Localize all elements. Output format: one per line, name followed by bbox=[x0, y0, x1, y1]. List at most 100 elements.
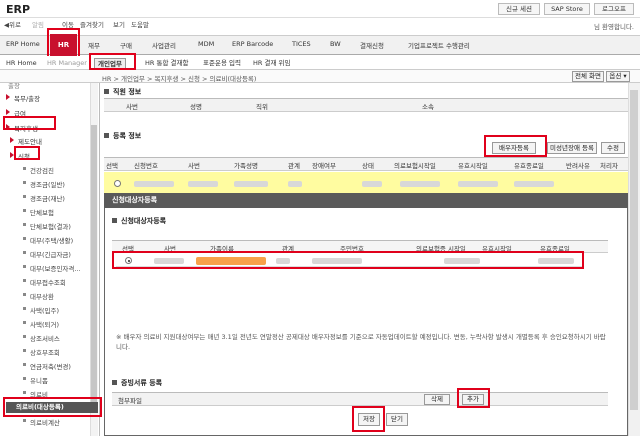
sidebar-item-loan-repay[interactable]: 대부상환 bbox=[23, 291, 54, 301]
col-app-no: 신청번호 bbox=[134, 162, 158, 170]
notice-text: ※ 배우자 의료비 지원대상여부는 매년 3.1일 전년도 연말정산 공제대상 … bbox=[116, 333, 606, 351]
tab-erp-barcode[interactable]: ERP Barcode bbox=[232, 40, 273, 48]
redacted-cell bbox=[458, 181, 498, 187]
staff-info-header: 사번 성명 직위 소속 bbox=[104, 98, 628, 112]
favorites-menu[interactable]: 즐겨찾기 bbox=[80, 19, 104, 29]
tab-erp-home[interactable]: ERP Home bbox=[6, 40, 40, 48]
edit-button[interactable]: 수정 bbox=[601, 142, 625, 154]
logoff-button[interactable]: 로그오프 bbox=[594, 3, 634, 15]
col-family-name: 가족성명 bbox=[234, 162, 258, 170]
attach-row: 첨부파일 bbox=[112, 392, 608, 406]
sidebar-item-housing-out[interactable]: 사택(퇴거) bbox=[23, 319, 59, 329]
sap-store-button[interactable]: SAP Store bbox=[544, 3, 590, 15]
tab-project[interactable]: 사업관리 bbox=[152, 40, 176, 50]
sidebar-item-pension[interactable]: 연금저축(변경) bbox=[23, 361, 71, 371]
back-menu[interactable]: ◀위로 bbox=[4, 19, 21, 29]
redacted-cell bbox=[362, 181, 382, 187]
attach-label: 첨부파일 bbox=[118, 397, 142, 405]
highlight-medical-registration bbox=[3, 397, 102, 417]
view-menu[interactable]: 보기 bbox=[113, 19, 125, 29]
sidebar-item-loan-housing[interactable]: 대부(주택/생활) bbox=[22, 235, 73, 245]
sidebar-item-housing-in[interactable]: 사택(입주) bbox=[23, 305, 59, 315]
col-insurance-start: 의료보험시작일 bbox=[394, 162, 436, 170]
sidebar-item-loan-inquiry[interactable]: 대부접수조회 bbox=[23, 277, 66, 287]
sidebar-item-funeral-service[interactable]: 상조서비스 bbox=[23, 333, 60, 343]
col-position: 직위 bbox=[256, 103, 268, 111]
tab-bw[interactable]: BW bbox=[330, 40, 341, 48]
tab-finance[interactable]: 재무 bbox=[88, 40, 100, 50]
col-select: 선택 bbox=[106, 162, 118, 170]
sidebar-item-condolence-disaster[interactable]: 경조금(재난) bbox=[23, 193, 65, 203]
tab-purchase[interactable]: 구매 bbox=[120, 40, 132, 50]
reg-info-title: 등록 정보 bbox=[104, 131, 141, 141]
dialog-title: 신청대상자등록 bbox=[104, 193, 628, 208]
highlight-dialog-row bbox=[112, 251, 584, 269]
attach-section-title: 증빙서류 등록 bbox=[112, 378, 162, 388]
subtab-hr-home[interactable]: HR Home bbox=[3, 58, 40, 69]
sidebar-item-mutual-aid[interactable]: 상호부조회 bbox=[23, 347, 60, 357]
highlight-welfare bbox=[3, 116, 56, 130]
highlight-spouse-register bbox=[484, 135, 547, 157]
redacted-cell bbox=[288, 181, 302, 187]
subtab-hr-manager[interactable]: HR Manager bbox=[44, 58, 90, 69]
col-name: 성명 bbox=[190, 103, 202, 111]
col-disabled: 장애여부 bbox=[312, 162, 336, 170]
col-emp-no: 사번 bbox=[188, 162, 200, 170]
sidebar-item-attendance[interactable]: 복무/출장 bbox=[5, 93, 40, 103]
redacted-cell bbox=[234, 181, 268, 187]
menu-bar: ◀위로 알림 이동 즐겨찾기 보기 도움말 bbox=[0, 18, 640, 30]
fullscreen-button[interactable]: 전체 화면 bbox=[572, 71, 604, 82]
highlight-hr-tab bbox=[47, 28, 80, 58]
redacted-cell bbox=[514, 181, 554, 187]
help-menu[interactable]: 도움말 bbox=[131, 19, 149, 29]
col-reject-reason: 반려사유 bbox=[566, 162, 590, 170]
col-handler: 처리자 bbox=[600, 162, 618, 170]
sidebar-scroll-thumb[interactable] bbox=[91, 125, 97, 405]
sidebar-item-condolence-general[interactable]: 경조금(일반) bbox=[23, 179, 65, 189]
col-valid-end: 유효종료일 bbox=[514, 162, 544, 170]
redacted-cell bbox=[134, 181, 174, 187]
col-dept: 소속 bbox=[422, 103, 434, 111]
col-valid-start: 유효시작일 bbox=[458, 162, 488, 170]
sidebar-item-guide[interactable]: 제도안내 bbox=[10, 136, 42, 146]
highlight-attach-add bbox=[457, 388, 490, 408]
breadcrumb-bar bbox=[0, 70, 640, 83]
sidebar-item-group-insurance[interactable]: 단체보험 bbox=[23, 207, 54, 217]
staff-info-title: 직원 정보 bbox=[104, 87, 141, 97]
highlight-save bbox=[352, 406, 385, 432]
sidebar-item-checkup[interactable]: 건강검진 bbox=[23, 165, 54, 175]
highlight-apply bbox=[14, 146, 40, 160]
main-scroll-thumb[interactable] bbox=[630, 90, 638, 410]
reg-info-header: 선택 신청번호 사번 가족성명 관계 장애여부 상태 의료보험시작일 유효시작일… bbox=[104, 157, 628, 171]
sidebar-item-loan-emergency[interactable]: 대부(긴급자금) bbox=[23, 249, 71, 259]
attach-delete-button[interactable]: 삭제 bbox=[424, 394, 450, 405]
redacted-cell bbox=[188, 181, 218, 187]
close-button[interactable]: 닫기 bbox=[386, 413, 408, 426]
table-row[interactable] bbox=[104, 172, 628, 194]
sidebar-item-loan-guarantor[interactable]: 대부(보증인자격... bbox=[23, 263, 81, 273]
tab-mdm[interactable]: MDM bbox=[198, 40, 214, 48]
tab-tices[interactable]: TICES bbox=[292, 40, 311, 48]
sidebar-item-group-insurance-result[interactable]: 단체보험(결과) bbox=[23, 221, 71, 231]
row-radio[interactable] bbox=[114, 180, 121, 187]
tab-approval-request[interactable]: 결재신청 bbox=[360, 40, 384, 50]
sidebar-item-medical-calc[interactable]: 의료비계산 bbox=[23, 417, 60, 427]
sidebar-item-uniform[interactable]: 유니폼 bbox=[23, 375, 48, 385]
minor-disabled-register-button[interactable]: 미성년장애 등록 bbox=[547, 142, 597, 154]
tab-enterprise-project[interactable]: 기업프로젝트 수행관리 bbox=[408, 40, 470, 50]
main-tab-bar: ERP Home HR 재무 구매 사업관리 MDM ERP Barcode T… bbox=[0, 34, 640, 57]
col-status: 상태 bbox=[362, 162, 374, 170]
notify-menu[interactable]: 알림 bbox=[32, 19, 44, 29]
options-button[interactable]: 옵션 ▾ bbox=[606, 71, 630, 82]
new-session-button[interactable]: 신규 세션 bbox=[498, 3, 540, 15]
breadcrumb: HR > 개인업무 > 복지후생 > 신청 > 의료비(대상등록) bbox=[102, 75, 257, 83]
redacted-cell bbox=[400, 181, 440, 187]
dialog-section-title: 신청대상자등록 bbox=[112, 216, 166, 226]
welcome-text: 님 환영합니다. bbox=[593, 23, 634, 31]
subtab-hr-delegation[interactable]: HR 결재 위임 bbox=[250, 58, 293, 69]
subtab-hr-approval[interactable]: HR 통합 결재함 bbox=[142, 58, 191, 69]
sidebar: 출장 복무/출장 급여 복지후생 제도안내 신청 건강검진 경조금(일반) 경조… bbox=[0, 83, 100, 436]
col-relation: 관계 bbox=[288, 162, 300, 170]
sidebar-item-trip[interactable]: 출장 bbox=[8, 83, 20, 90]
subtab-standard-input[interactable]: 표준운용 입력 bbox=[200, 58, 244, 69]
